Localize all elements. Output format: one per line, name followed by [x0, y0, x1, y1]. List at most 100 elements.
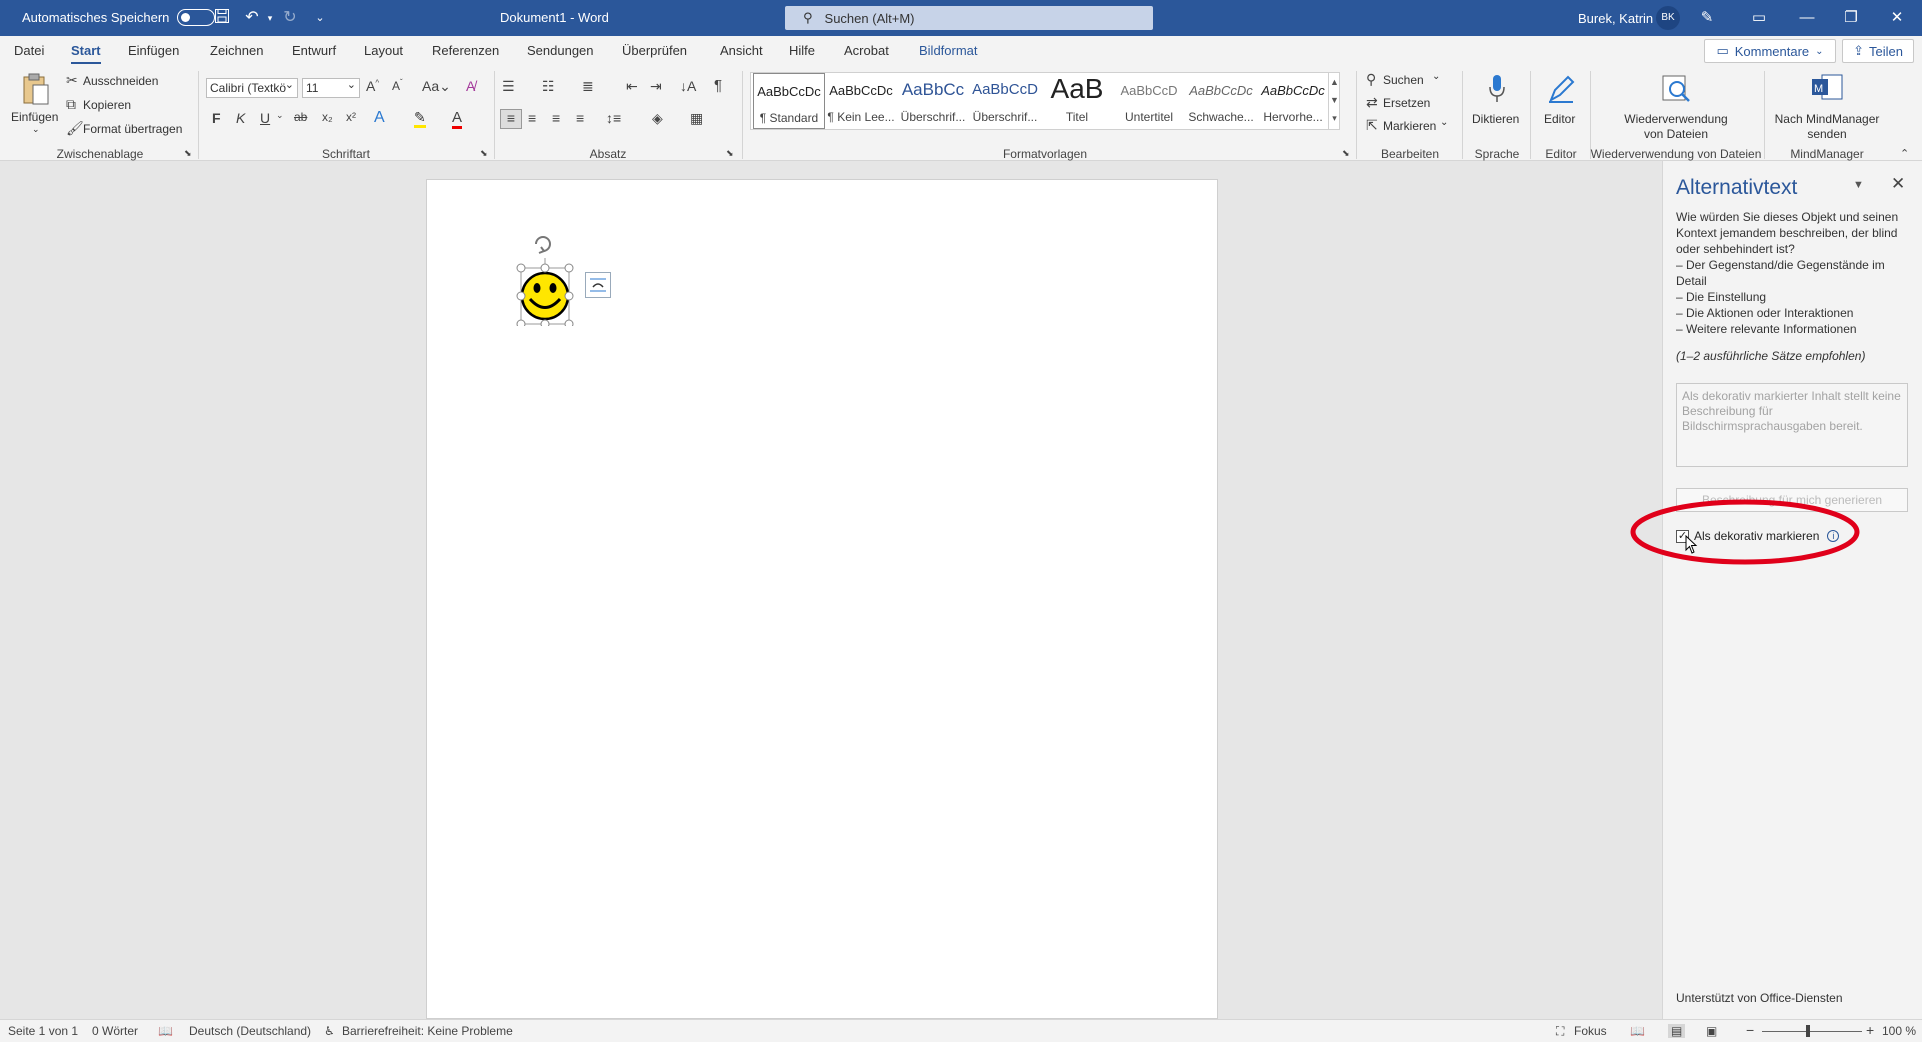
bold-button[interactable]: F	[212, 110, 221, 126]
bullets-icon[interactable]: ☰	[502, 78, 515, 95]
word-count[interactable]: 0 Wörter	[92, 1024, 138, 1038]
proofing-icon[interactable]: 📖	[158, 1024, 173, 1038]
highlight-icon[interactable]: ✎	[414, 109, 426, 128]
paste-button[interactable]: Einfügen ⌄	[8, 70, 62, 144]
zoom-in-icon[interactable]: +	[1866, 1022, 1874, 1038]
collapse-ribbon-icon[interactable]: ⌃	[1900, 147, 1909, 160]
tab-bildformat[interactable]: Bildformat	[919, 43, 978, 58]
italic-button[interactable]: K	[236, 110, 245, 126]
multilevel-list-icon[interactable]: ≣	[582, 78, 594, 95]
undo-dropdown-icon[interactable]: ▾	[260, 8, 280, 28]
restore-icon[interactable]: ❐	[1840, 7, 1862, 29]
strikethrough-button[interactable]: ab	[294, 110, 307, 124]
chevron-down-icon[interactable]: ⌄	[276, 110, 284, 121]
grow-font-icon[interactable]: A^	[366, 78, 379, 94]
tab-datei[interactable]: Datei	[14, 43, 44, 58]
justify-icon[interactable]: ≡	[576, 110, 584, 126]
send-to-mindmanager-button[interactable]: M Nach MindManager senden	[1770, 70, 1884, 144]
tab-start[interactable]: Start	[71, 43, 101, 64]
accessibility-status[interactable]: Barrierefreiheit: Keine Probleme	[342, 1024, 513, 1038]
shading-icon[interactable]: ◈	[652, 110, 663, 127]
styles-gallery-scroll[interactable]: ▲ ▼ ▾	[1328, 73, 1340, 129]
search-box[interactable]: ⚲ Suchen (Alt+M)	[785, 6, 1153, 30]
dialog-launcher-icon[interactable]: ⬊	[726, 148, 734, 159]
style-emphasis[interactable]: AaBbCcDc Hervorhe...	[1257, 73, 1329, 129]
tab-ueberpruefen[interactable]: Überprüfen	[622, 43, 687, 58]
language[interactable]: Deutsch (Deutschland)	[189, 1024, 311, 1038]
save-icon[interactable]	[212, 8, 232, 28]
style-subtle-emphasis[interactable]: AaBbCcDc Schwache...	[1185, 73, 1257, 129]
layout-options-button[interactable]	[585, 272, 611, 298]
shrink-font-icon[interactable]: Aˇ	[392, 78, 403, 93]
change-case-icon[interactable]: Aa⌄	[422, 78, 451, 95]
font-color-icon[interactable]: A	[452, 109, 463, 129]
line-spacing-icon[interactable]: ↕≡	[606, 110, 621, 126]
dialog-launcher-icon[interactable]: ⬊	[184, 148, 192, 159]
zoom-slider[interactable]	[1762, 1031, 1862, 1032]
align-left-icon[interactable]: ≡	[500, 109, 522, 129]
tab-sendungen[interactable]: Sendungen	[527, 43, 594, 58]
autosave-toggle[interactable]	[177, 9, 216, 26]
replace-button[interactable]: ⇄ Ersetzen	[1366, 94, 1446, 112]
autosave-control[interactable]: Automatisches Speichern	[22, 9, 216, 26]
info-icon[interactable]: i	[1827, 530, 1840, 542]
dialog-launcher-icon[interactable]: ⬊	[1342, 148, 1350, 159]
tab-zeichnen[interactable]: Zeichnen	[210, 43, 263, 58]
customize-toolbar-icon[interactable]: ⌄	[310, 8, 330, 28]
superscript-icon[interactable]: x²	[346, 110, 356, 124]
redo-icon[interactable]: ↻	[280, 8, 300, 28]
align-right-icon[interactable]: ≡	[552, 110, 560, 126]
undo-icon[interactable]: ↶	[242, 8, 262, 28]
print-layout-icon[interactable]: ▤	[1668, 1024, 1686, 1038]
tab-einfuegen[interactable]: Einfügen	[128, 43, 179, 58]
alt-text-input[interactable]: Als dekorativ markierter Inhalt stellt k…	[1676, 383, 1908, 467]
focus-label[interactable]: Fokus	[1574, 1024, 1607, 1038]
underline-button[interactable]: U	[260, 110, 270, 126]
pen-icon[interactable]: ✎	[1696, 7, 1718, 29]
tab-entwurf[interactable]: Entwurf	[292, 43, 336, 58]
zoom-slider-thumb[interactable]	[1806, 1025, 1810, 1037]
close-icon[interactable]: ✕	[1886, 7, 1908, 29]
decrease-indent-icon[interactable]: ⇤	[626, 78, 638, 95]
share-button[interactable]: ⇪ Teilen	[1842, 39, 1914, 63]
zoom-out-icon[interactable]: −	[1746, 1022, 1754, 1038]
selected-image[interactable]	[515, 226, 595, 329]
document-area[interactable]	[0, 161, 1662, 1019]
align-center-icon[interactable]: ≡	[528, 110, 536, 126]
sort-icon[interactable]: ↓A	[680, 78, 696, 94]
tab-hilfe[interactable]: Hilfe	[789, 43, 815, 58]
smiley-icon[interactable]	[515, 226, 595, 329]
pane-options-icon[interactable]: ▼	[1853, 179, 1864, 191]
style-heading-1[interactable]: AaBbCc Überschrif...	[897, 73, 969, 129]
zoom-level[interactable]: 100 %	[1882, 1024, 1916, 1038]
subscript-icon[interactable]: x₂	[322, 110, 333, 124]
style-heading-2[interactable]: AaBbCcD Überschrif...	[969, 73, 1041, 129]
focus-icon[interactable]: ⛶	[1556, 1024, 1564, 1039]
increase-indent-icon[interactable]: ⇥	[650, 78, 662, 95]
close-icon[interactable]: ✕	[1891, 174, 1905, 194]
text-effects-icon[interactable]: A	[374, 109, 385, 127]
read-mode-icon[interactable]: 📖	[1630, 1024, 1645, 1038]
select-button[interactable]: ⇱ Markieren ⌄	[1366, 117, 1456, 135]
user-name[interactable]: Burek, Katrin	[1578, 11, 1653, 26]
numbering-icon[interactable]: ☷	[542, 78, 555, 95]
tab-layout[interactable]: Layout	[364, 43, 403, 58]
minimize-icon[interactable]: —	[1796, 7, 1818, 29]
clear-formatting-icon[interactable]: A̸	[466, 78, 475, 94]
reuse-files-button[interactable]: Wiederverwendung von Dateien	[1596, 70, 1756, 144]
borders-icon[interactable]: ▦	[690, 110, 703, 127]
document-page[interactable]	[426, 179, 1218, 1019]
editor-button[interactable]: Editor	[1536, 70, 1586, 142]
mark-decorative-label[interactable]: Als dekorativ markieren	[1694, 529, 1819, 543]
pilcrow-icon[interactable]: ¶	[714, 77, 722, 94]
web-layout-icon[interactable]: ▣	[1706, 1024, 1717, 1038]
tab-acrobat[interactable]: Acrobat	[844, 43, 889, 58]
mark-decorative-control[interactable]: ✓ Als dekorativ markieren i	[1676, 529, 1840, 543]
dialog-launcher-icon[interactable]: ⬊	[480, 148, 488, 159]
page-count[interactable]: Seite 1 von 1	[8, 1024, 78, 1038]
avatar[interactable]: BK	[1656, 6, 1680, 30]
font-size-dropdown[interactable]: 11	[302, 78, 360, 98]
font-name-dropdown[interactable]: Calibri (Textkö	[206, 78, 298, 98]
style-subtitle[interactable]: AaBbCcD Untertitel	[1113, 73, 1185, 129]
tab-referenzen[interactable]: Referenzen	[432, 43, 499, 58]
